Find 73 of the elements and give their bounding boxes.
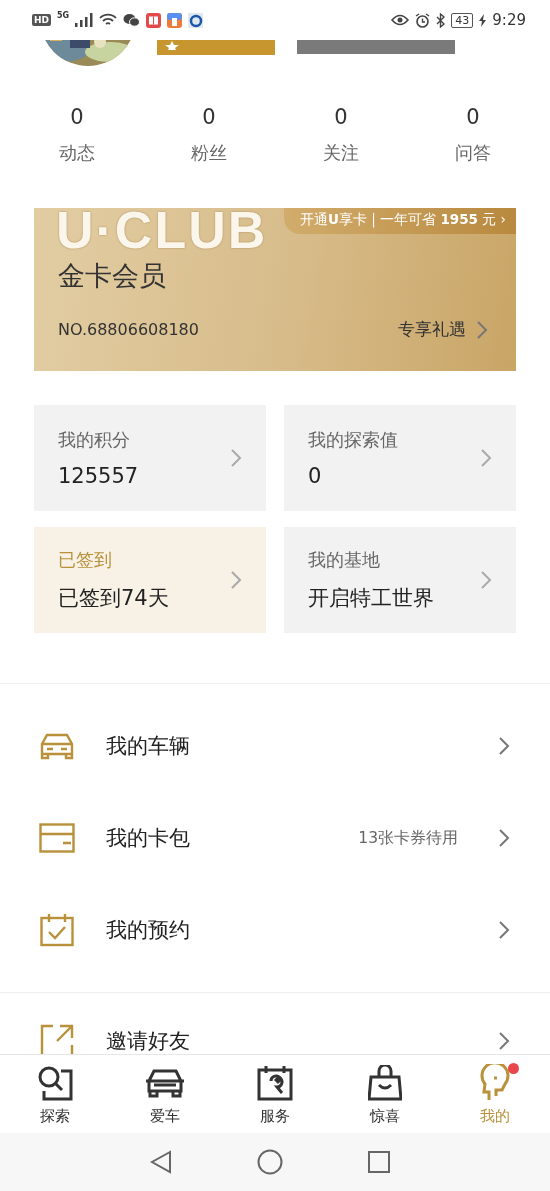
- tile-value: 开启特工世界: [308, 585, 435, 612]
- menu-label: 我的预约: [106, 917, 191, 944]
- stat-label[interactable]: 动态: [59, 141, 95, 165]
- menu-row[interactable]: 我的卡包 13张卡券待用: [0, 792, 550, 884]
- stat-label[interactable]: 关注: [323, 141, 359, 165]
- head-profile-icon: [479, 1064, 511, 1102]
- info-tile[interactable]: 已签到 已签到74天: [34, 527, 266, 633]
- chat-bubbles-icon: [123, 13, 141, 27]
- recents-icon[interactable]: [368, 1151, 390, 1173]
- battery-level: 43: [451, 12, 474, 28]
- info-tile[interactable]: 我的积分 125557: [34, 405, 266, 511]
- chevron-right-icon: [498, 736, 510, 756]
- tile-label: 我的基地: [308, 548, 381, 572]
- search-icon: [37, 1065, 73, 1101]
- share-icon: [40, 1024, 74, 1054]
- shopping-bag-icon: [368, 1065, 402, 1101]
- membership-title: 金卡会员: [58, 259, 166, 293]
- chevron-right-icon: [498, 828, 510, 848]
- chevron-right-icon: [480, 570, 492, 590]
- tile-value: 0: [308, 464, 323, 488]
- app-icon: [188, 12, 204, 28]
- info-tile[interactable]: 我的探索值 0: [284, 405, 516, 511]
- home-icon[interactable]: [257, 1149, 283, 1175]
- menu-row[interactable]: 我的预约: [0, 884, 550, 976]
- chevron-right-icon: [230, 448, 242, 468]
- alarm-icon: [415, 12, 431, 28]
- network-type: 5G: [57, 11, 70, 20]
- tab-item[interactable]: 爱车: [110, 1055, 220, 1133]
- stat-count[interactable]: 0: [202, 105, 216, 129]
- tile-label: 我的积分: [58, 428, 131, 452]
- calendar-check-icon: [40, 913, 74, 947]
- book-app-icon: [146, 12, 162, 28]
- member-number: NO.68806608180: [58, 320, 199, 339]
- chevron-right-icon: [480, 448, 492, 468]
- chevron-right-icon: [230, 570, 242, 590]
- stat-count[interactable]: 0: [334, 105, 348, 129]
- menu-row[interactable]: 邀请好友: [0, 995, 550, 1054]
- stat-label[interactable]: 问答: [455, 141, 491, 165]
- wrench-icon: [257, 1065, 293, 1101]
- chevron-right-icon: [476, 319, 488, 340]
- menu-label: 邀请好友: [106, 1028, 191, 1054]
- brand-watermark: U·CLUB: [56, 208, 268, 260]
- tab-item[interactable]: 服务: [220, 1055, 330, 1133]
- tile-label: 已签到: [58, 548, 113, 572]
- tile-value: 125557: [58, 464, 140, 488]
- car-icon: [38, 732, 76, 760]
- menu-note: 13张卡券待用: [358, 827, 458, 849]
- menu-label: 我的车辆: [106, 733, 191, 760]
- signal-icon: [75, 13, 94, 27]
- stat-label[interactable]: 粉丝: [191, 141, 227, 165]
- stat-count[interactable]: 0: [70, 105, 84, 129]
- app-icon: [167, 12, 183, 28]
- star-icon: [165, 41, 179, 50]
- car-icon: [144, 1068, 186, 1098]
- menu-label: 我的卡包: [106, 825, 191, 852]
- chevron-right-icon: [498, 920, 510, 940]
- benefits-link[interactable]: 专享礼遇: [398, 318, 488, 341]
- wifi-icon: [99, 13, 118, 27]
- tile-value: 已签到74天: [58, 585, 170, 612]
- eye-icon: [391, 14, 410, 26]
- bluetooth-icon: [436, 12, 446, 28]
- tab-item[interactable]: 惊喜: [330, 1055, 440, 1133]
- tile-label: 我的探索值: [308, 428, 399, 452]
- info-tile[interactable]: 我的基地 开启特工世界: [284, 527, 516, 633]
- chevron-right-icon: [498, 1031, 510, 1051]
- charging-icon: [479, 13, 487, 27]
- menu-row[interactable]: 我的车辆: [0, 700, 550, 792]
- back-icon[interactable]: [150, 1150, 172, 1174]
- hd-label: HD: [32, 14, 51, 26]
- card-icon: [39, 823, 75, 853]
- clock-time: 9:29: [492, 11, 526, 29]
- stat-count[interactable]: 0: [466, 105, 480, 129]
- tab-item[interactable]: 探索: [0, 1055, 110, 1133]
